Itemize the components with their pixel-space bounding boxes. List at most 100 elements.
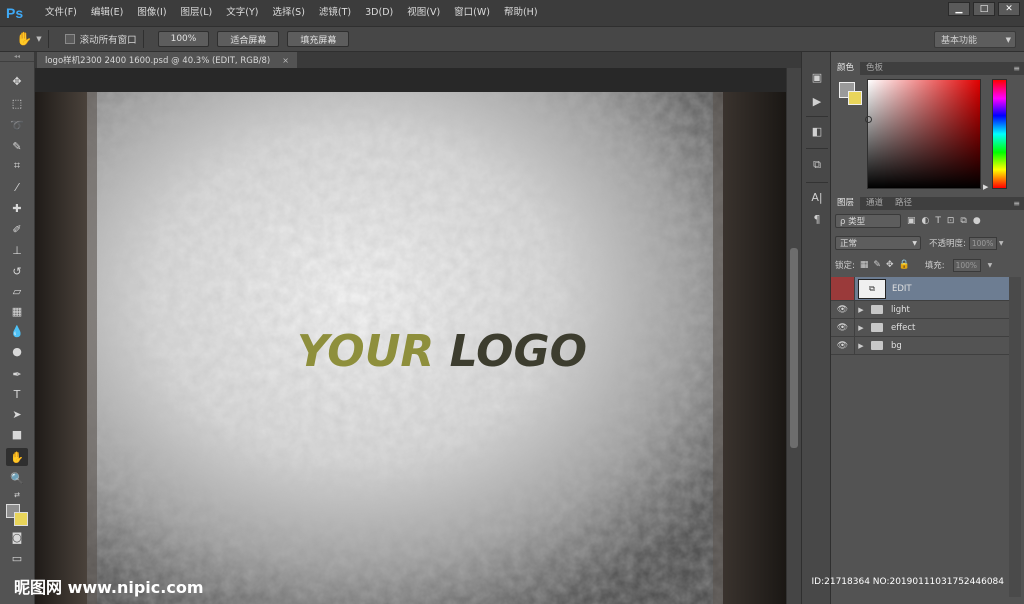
blur-tool-icon[interactable]: 💧 (6, 322, 28, 340)
healing-brush-tool-icon[interactable]: ✚ (6, 199, 28, 217)
close-button[interactable]: ✕ (998, 2, 1020, 16)
pen-tool-icon[interactable]: ✒ (6, 365, 28, 383)
layer-filter-bar: ρ 类型 ▣ ◐ T ⊡ ⧉ ● (835, 213, 1019, 229)
minimize-button[interactable]: ▁ (948, 2, 970, 16)
expand-arrow-icon[interactable]: ▶ (855, 342, 867, 350)
smart-object-filter-icon[interactable]: ⧉ (960, 216, 966, 226)
crop-tool-icon[interactable]: ⌗ (6, 157, 28, 175)
maximize-button[interactable]: □ (973, 2, 995, 16)
hue-slider-arrow-icon[interactable]: ▶ (983, 183, 988, 191)
chevron-down-icon[interactable]: ▼ (999, 240, 1004, 247)
brush-tool-icon[interactable]: ✐ (6, 220, 28, 238)
pixel-filter-icon[interactable]: ▣ (907, 216, 916, 226)
stamp-tool-icon[interactable]: ⊥ (6, 241, 28, 259)
lock-all-icon[interactable]: 🔒 (898, 260, 909, 270)
lock-transparency-icon[interactable]: ▦ (860, 260, 869, 270)
panel-background-swatch[interactable] (848, 91, 862, 105)
panel-menu-icon[interactable]: ≡ (1013, 62, 1020, 75)
actions-panel-icon[interactable]: ▶ (808, 92, 826, 110)
fill-field[interactable]: 100% (952, 258, 981, 272)
eye-icon[interactable]: 👁 (831, 301, 855, 318)
scrollbar-thumb[interactable] (790, 248, 798, 448)
expand-arrow-icon[interactable]: ▶ (855, 324, 867, 332)
fill-screen-button[interactable]: 填充屏幕 (287, 31, 350, 47)
libraries-panel-icon[interactable]: ⧉ (808, 156, 826, 174)
eraser-tool-icon[interactable]: ▱ (6, 282, 28, 300)
background-color-swatch[interactable] (14, 512, 28, 526)
layer-row-bg[interactable]: 👁 ▶ bg (831, 337, 1009, 355)
zoom-tool-icon[interactable]: 🔍 (6, 469, 28, 487)
tab-channels[interactable]: 通道 (860, 197, 889, 210)
layer-kind-select[interactable]: ρ 类型 (835, 214, 901, 228)
adjustment-filter-icon[interactable]: ◐ (922, 216, 930, 226)
color-picker-field[interactable] (865, 79, 981, 189)
menu-layer[interactable]: 图层(L) (174, 0, 220, 26)
visibility-toggle-off[interactable] (831, 277, 855, 300)
tab-color[interactable]: 颜色 (831, 62, 861, 75)
tab-paths[interactable]: 路径 (889, 197, 918, 210)
eye-icon[interactable]: 👁 (831, 337, 855, 354)
paragraph-panel-icon[interactable]: ¶ (808, 210, 826, 228)
screen-mode-icon[interactable]: ▭ (6, 549, 28, 567)
menu-filter[interactable]: 滤镜(T) (312, 0, 358, 26)
hue-slider[interactable] (992, 79, 1007, 189)
opacity-field[interactable]: 100% (968, 236, 997, 250)
eyedropper-tool-icon[interactable]: ⁄ (6, 178, 28, 196)
properties-panel-icon[interactable]: ◧ (808, 122, 826, 140)
swap-colors-icon[interactable]: ⇄ (6, 486, 28, 504)
hand-tool-icon[interactable]: ✋ (6, 448, 28, 466)
canvas-vertical-scrollbar[interactable] (786, 68, 801, 604)
document-tab[interactable]: logo样机2300 2400 1600.psd @ 40.3% (EDIT, … (37, 52, 297, 68)
fit-screen-button[interactable]: 适合屏幕 (217, 31, 280, 47)
blend-mode-select[interactable]: 正常 ▼ (835, 236, 921, 250)
zoom-100-button[interactable]: 100% (157, 31, 210, 47)
menu-help[interactable]: 帮助(H) (497, 0, 545, 26)
lock-row: 锁定: ▦ ✎ ✥ 🔒 填充: 100% ▼ (835, 257, 1019, 273)
dodge-tool-icon[interactable]: ● (6, 342, 28, 360)
lock-pixels-icon[interactable]: ✎ (873, 260, 881, 270)
menu-3d[interactable]: 3D(D) (358, 0, 400, 26)
shape-tool-icon[interactable]: ■ (6, 425, 28, 443)
eye-icon[interactable]: 👁 (831, 319, 855, 336)
chevron-down-icon[interactable]: ▼ (36, 35, 41, 43)
marquee-tool-icon[interactable]: ⬚ (6, 94, 28, 112)
fill-label: 填充: (924, 261, 945, 271)
lasso-tool-icon[interactable]: ➰ (6, 116, 28, 134)
tab-swatches[interactable]: 色板 (860, 62, 889, 75)
menu-image[interactable]: 图像(I) (130, 0, 173, 26)
menu-window[interactable]: 窗口(W) (447, 0, 497, 26)
filter-toggle-icon[interactable]: ● (973, 216, 981, 226)
history-panel-icon[interactable]: ▣ (808, 68, 826, 86)
shape-filter-icon[interactable]: ⊡ (947, 216, 955, 226)
menu-edit[interactable]: 编辑(E) (84, 0, 130, 26)
close-tab-icon[interactable]: × (282, 56, 289, 65)
quick-select-tool-icon[interactable]: ✎ (6, 137, 28, 155)
layer-row-light[interactable]: 👁 ▶ light (831, 301, 1009, 319)
expand-arrow-icon[interactable]: ▶ (855, 306, 867, 314)
layers-scrollbar[interactable] (1009, 277, 1021, 597)
lock-position-icon[interactable]: ✥ (886, 260, 894, 270)
type-filter-icon[interactable]: T (935, 216, 941, 226)
layer-row-effect[interactable]: 👁 ▶ effect (831, 319, 1009, 337)
path-select-tool-icon[interactable]: ➤ (6, 405, 28, 423)
scroll-all-checkbox[interactable] (64, 34, 75, 44)
canvas-area[interactable]: YOUR LOGO (35, 68, 786, 604)
gradient-tool-icon[interactable]: ▦ (6, 302, 28, 320)
chevron-down-icon[interactable]: ▼ (988, 262, 993, 269)
quick-mask-icon[interactable]: ◙ (6, 528, 28, 546)
move-tool-icon[interactable]: ✥ (6, 72, 28, 90)
menu-view[interactable]: 视图(V) (400, 0, 447, 26)
panel-menu-icon[interactable]: ≡ (1013, 197, 1020, 210)
menu-select[interactable]: 选择(S) (265, 0, 311, 26)
color-picker-ring[interactable] (865, 116, 872, 123)
panel-grip-icon[interactable]: ◂◂ (0, 52, 34, 62)
tab-layers[interactable]: 图层 (831, 197, 861, 210)
history-brush-tool-icon[interactable]: ↺ (6, 262, 28, 280)
menu-file[interactable]: 文件(F) (38, 0, 84, 26)
type-tool-icon[interactable]: T (6, 385, 28, 403)
hand-tool-preset-icon[interactable]: ✋ (16, 32, 32, 47)
layer-row-edit[interactable]: ⧉ EDIT (831, 277, 1009, 301)
menu-type[interactable]: 文字(Y) (219, 0, 265, 26)
workspace-select[interactable]: 基本功能 ▼ (934, 31, 1016, 48)
character-panel-icon[interactable]: A| (808, 188, 826, 206)
